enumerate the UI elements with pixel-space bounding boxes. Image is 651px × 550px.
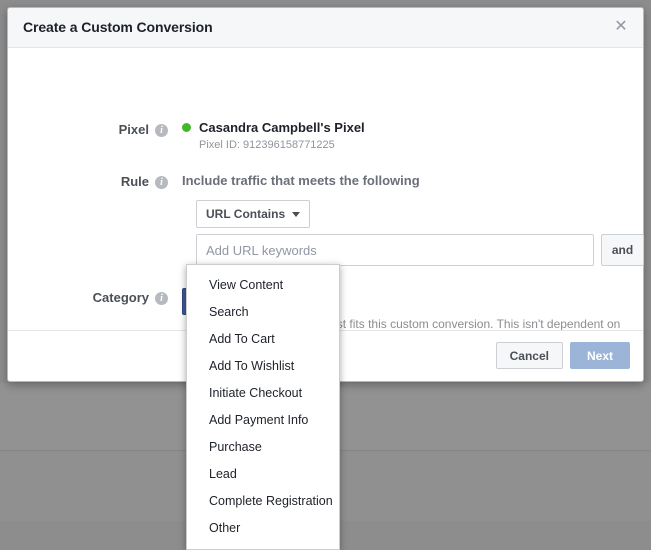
close-icon[interactable]: ✕ (612, 18, 630, 36)
rule-description: Include traffic that meets the following (182, 173, 420, 188)
pixel-label: Pixel (118, 122, 149, 137)
footer-buttons: Cancel Next (495, 342, 630, 369)
category-option[interactable]: Add To Wishlist (187, 353, 339, 380)
chevron-down-icon (292, 211, 301, 217)
dialog-header: Create a Custom Conversion ✕ (8, 8, 643, 48)
pixel-row: Pixel i Casandra Campbell's Pixel Pixel I… (8, 120, 645, 151)
category-label-group: Category i (8, 288, 168, 305)
rule-label-group: Rule i (8, 172, 168, 189)
category-option[interactable]: Lead (187, 461, 339, 488)
next-button[interactable]: Next (569, 342, 630, 369)
category-option[interactable]: Initiate Checkout (187, 380, 339, 407)
url-input-row: and (196, 234, 644, 266)
url-keywords-input[interactable] (196, 234, 594, 266)
category-option[interactable]: View Content (187, 272, 339, 299)
pixel-id: Pixel ID: 912396158771225 (199, 139, 335, 151)
and-button[interactable]: and (601, 234, 644, 266)
category-option[interactable]: Search (187, 299, 339, 326)
pixel-name-line: Casandra Campbell's Pixel (182, 120, 365, 135)
rule-info-icon[interactable]: i (155, 176, 168, 189)
pixel-name: Casandra Campbell's Pixel (199, 120, 365, 135)
pixel-status-dot-icon (182, 123, 191, 132)
url-condition-label: URL Contains (206, 207, 286, 221)
pixel-info-icon[interactable]: i (155, 124, 168, 137)
category-option[interactable]: Other (187, 515, 339, 542)
category-option[interactable]: Purchase (187, 434, 339, 461)
category-dropdown-menu: View Content Search Add To Cart Add To Wish… (186, 264, 340, 550)
category-option[interactable]: Add To Cart (187, 326, 339, 353)
pixel-content: Casandra Campbell's Pixel Pixel ID: 9123… (182, 120, 365, 151)
pixel-label-group: Pixel i (8, 120, 168, 137)
category-info-icon[interactable]: i (155, 292, 168, 305)
category-option[interactable]: Add Payment Info (187, 407, 339, 434)
dialog-title: Create a Custom Conversion (23, 19, 213, 35)
rule-label: Rule (120, 174, 149, 189)
cancel-button[interactable]: Cancel (495, 342, 563, 369)
category-option[interactable]: Complete Registration (187, 488, 339, 515)
rule-row: Rule i Include traffic that meets the fol… (8, 172, 645, 189)
category-label: Category (92, 290, 149, 305)
url-condition-select[interactable]: URL Contains (196, 200, 311, 228)
rule-controls: URL Contains and (196, 200, 644, 266)
